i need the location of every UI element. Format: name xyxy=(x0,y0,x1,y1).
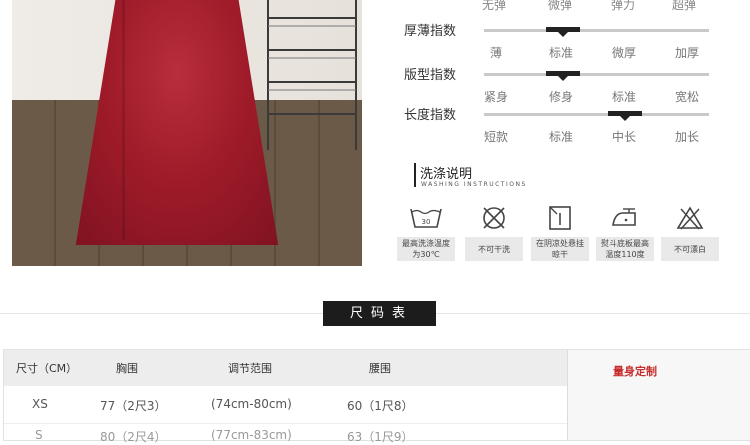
fit-option: 微弹 xyxy=(548,0,573,12)
care-label: 熨斗底板最高温度110度 xyxy=(596,237,654,261)
fit-scale-track xyxy=(484,111,709,121)
no-dry-clean-icon xyxy=(483,207,505,229)
fit-option: 薄 xyxy=(489,46,503,60)
custom-sizing-column: 量身定制 xyxy=(567,350,750,440)
fit-option: 微厚 xyxy=(611,46,637,60)
care-label: 最高洗涤温度为30℃ xyxy=(397,237,455,261)
fit-row-label: 版型指数 xyxy=(404,68,457,83)
table-cell-size: XS xyxy=(32,397,48,411)
table-cell-range: (77cm-83cm) xyxy=(211,428,292,442)
care-item-no-bleach: 不可漂白 xyxy=(661,205,719,261)
fit-row-label: 长度指数 xyxy=(404,108,457,123)
wash-title: 洗涤说明 xyxy=(420,167,473,182)
size-table-header: 尺寸（CM） 胸围 调节范围 腰围 xyxy=(4,350,567,386)
fit-option: 紧身 xyxy=(483,90,509,104)
product-photo xyxy=(12,0,362,266)
fit-option: 无弹 xyxy=(482,0,507,12)
fit-row-label: 厚薄指数 xyxy=(404,24,457,39)
no-bleach-icon xyxy=(676,206,704,230)
header-bust: 胸围 xyxy=(116,362,138,375)
table-row-divider xyxy=(4,423,567,424)
wash-subtitle: WASHING INSTRUCTIONS xyxy=(421,181,527,188)
fit-option: 加长 xyxy=(674,130,700,144)
fit-option: 标准 xyxy=(548,46,574,60)
fit-option: 超弹 xyxy=(672,0,697,12)
wash-temp-text: 30 xyxy=(422,218,431,226)
dress-fold xyxy=(122,0,125,240)
custom-sizing-label: 量身定制 xyxy=(613,365,657,378)
fit-selected-marker xyxy=(546,27,580,37)
size-table: 尺寸（CM） 胸围 调节范围 腰围 量身定制 XS 77（2尺3） (74cm-… xyxy=(3,349,750,444)
care-item-no-dry-clean: 不可干洗 xyxy=(465,205,523,261)
fit-selected-marker xyxy=(608,111,642,121)
care-item-wash-30: 30 最高洗涤温度为30℃ xyxy=(397,205,455,261)
table-cell-waist: 63（1尺9） xyxy=(347,430,414,444)
header-size: 尺寸（CM） xyxy=(16,362,78,375)
fit-option: 加厚 xyxy=(674,46,700,60)
table-cell-range: (74cm-80cm) xyxy=(211,397,292,411)
care-item-iron: 熨斗底板最高温度110度 xyxy=(596,205,654,261)
fit-option: 标准 xyxy=(548,130,574,144)
wash-title-bar xyxy=(414,163,416,187)
care-label: 不可漂白 xyxy=(661,237,719,261)
fit-option: 宽松 xyxy=(674,90,700,104)
care-item-hang-dry: 在阴凉处悬挂晾干 xyxy=(531,205,589,261)
header-adjust-range: 调节范围 xyxy=(228,362,272,375)
table-cell-bust: 77（2尺3） xyxy=(100,399,167,413)
shoe-rack xyxy=(267,0,357,150)
fit-scale-track xyxy=(484,27,709,37)
fit-option: 标准 xyxy=(611,90,637,104)
wash-30-icon: 30 xyxy=(410,208,442,228)
table-cell-waist: 60（1尺8） xyxy=(347,399,414,413)
size-chart-title: 尺码表 xyxy=(323,301,436,326)
care-label: 不可干洗 xyxy=(465,237,523,261)
fit-option: 中长 xyxy=(611,130,637,144)
fit-selected-marker xyxy=(546,71,580,81)
iron-110-icon xyxy=(612,208,636,226)
care-label: 在阴凉处悬挂晾干 xyxy=(531,237,589,261)
fit-option: 修身 xyxy=(548,90,574,104)
table-cell-bust: 80（2尺4） xyxy=(100,430,167,444)
header-waist: 腰围 xyxy=(369,362,391,375)
fit-scale-track xyxy=(484,71,709,81)
table-cell-size: S xyxy=(35,428,43,442)
fit-option: 弹力 xyxy=(611,0,636,12)
hang-dry-shade-icon xyxy=(549,206,571,230)
fit-option: 短款 xyxy=(483,130,509,144)
